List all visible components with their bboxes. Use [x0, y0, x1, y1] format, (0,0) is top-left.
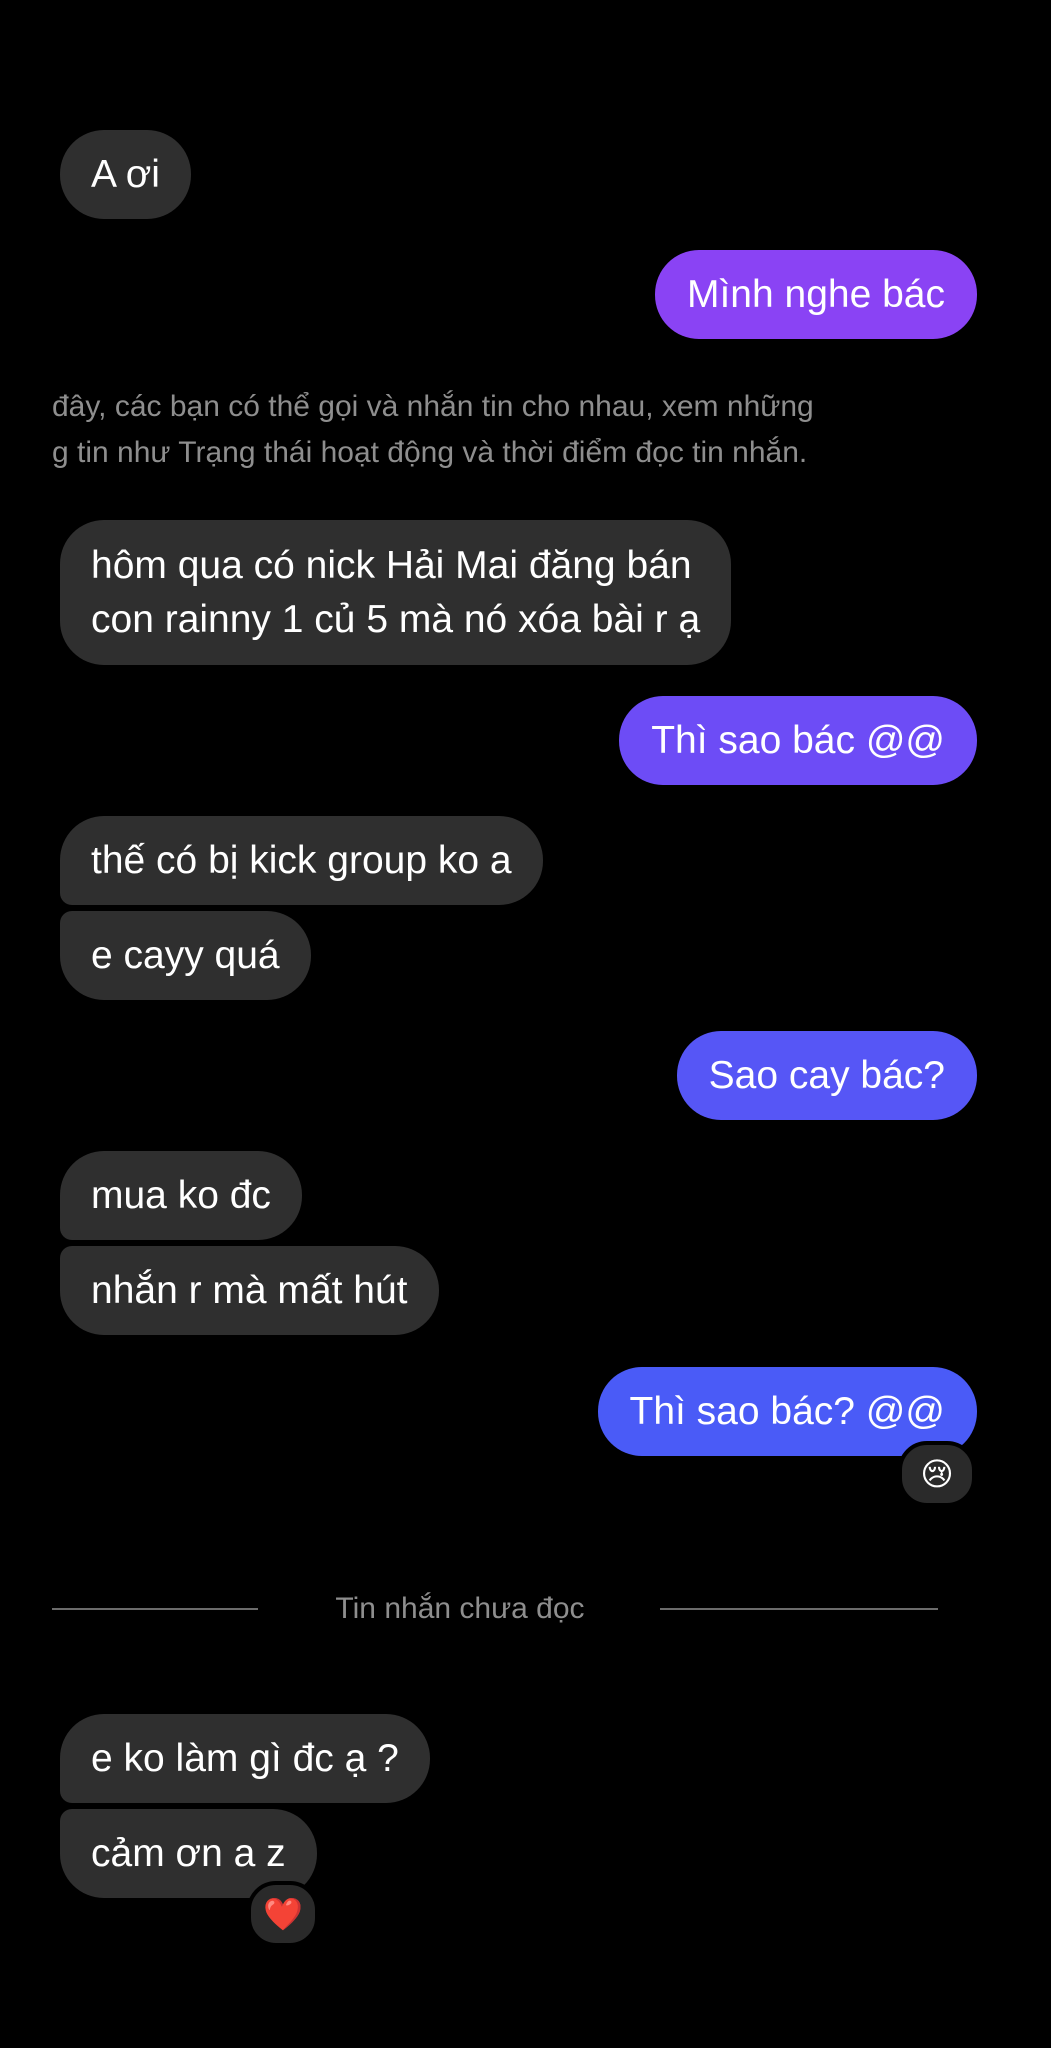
info-notice-line: g tin như Trạng thái hoạt động và thời đ…: [52, 436, 808, 469]
message-text: A ơi: [91, 152, 160, 196]
message-text: thế có bị kick group ko a: [91, 838, 512, 882]
message-text: Thì sao bác @@: [651, 718, 945, 762]
incoming-message[interactable]: e ko làm gì đc ạ ?: [60, 1714, 430, 1803]
incoming-message[interactable]: hôm qua có nick Hải Mai đăng bán con rai…: [60, 520, 732, 665]
divider-line-right: [660, 1608, 938, 1610]
message-text: nhắn r mà mất hút: [91, 1268, 408, 1312]
heart-emoji: ❤️: [263, 1896, 303, 1932]
outgoing-message[interactable]: Thì sao bác @@: [619, 696, 977, 785]
chat-info-notice: đây, các bạn có thể gọi và nhắn tin cho …: [52, 384, 1051, 476]
reaction-badge[interactable]: ❤️: [247, 1881, 319, 1947]
message-text: Mình nghe bác: [686, 272, 945, 316]
incoming-message[interactable]: nhắn r mà mất hút: [60, 1246, 439, 1335]
incoming-message[interactable]: A ơi: [60, 130, 191, 219]
reaction-badge[interactable]: 😢: [898, 1441, 976, 1507]
outgoing-message[interactable]: Sao cay bác?: [676, 1031, 977, 1120]
message-text-line: hôm qua có nick Hải Mai đăng bán: [91, 543, 692, 587]
incoming-message[interactable]: thế có bị kick group ko a: [60, 816, 543, 905]
message-text: e cayy quá: [91, 933, 280, 977]
crying-face-emoji: 😢: [920, 1456, 954, 1492]
incoming-message[interactable]: e cayy quá: [60, 911, 311, 1000]
message-text: cảm ơn a z: [91, 1831, 286, 1875]
incoming-message[interactable]: mua ko đc: [60, 1151, 302, 1240]
message-text: e ko làm gì đc ạ ?: [91, 1736, 399, 1780]
message-text-line: con rainny 1 củ 5 mà nó xóa bài r ạ: [91, 597, 701, 641]
message-text: Thì sao bác? @@: [629, 1389, 946, 1433]
message-text: Sao cay bác?: [708, 1053, 945, 1097]
outgoing-message[interactable]: Mình nghe bác: [654, 250, 977, 339]
message-text: mua ko đc: [91, 1173, 271, 1217]
info-notice-line: đây, các bạn có thể gọi và nhắn tin cho …: [52, 390, 814, 423]
